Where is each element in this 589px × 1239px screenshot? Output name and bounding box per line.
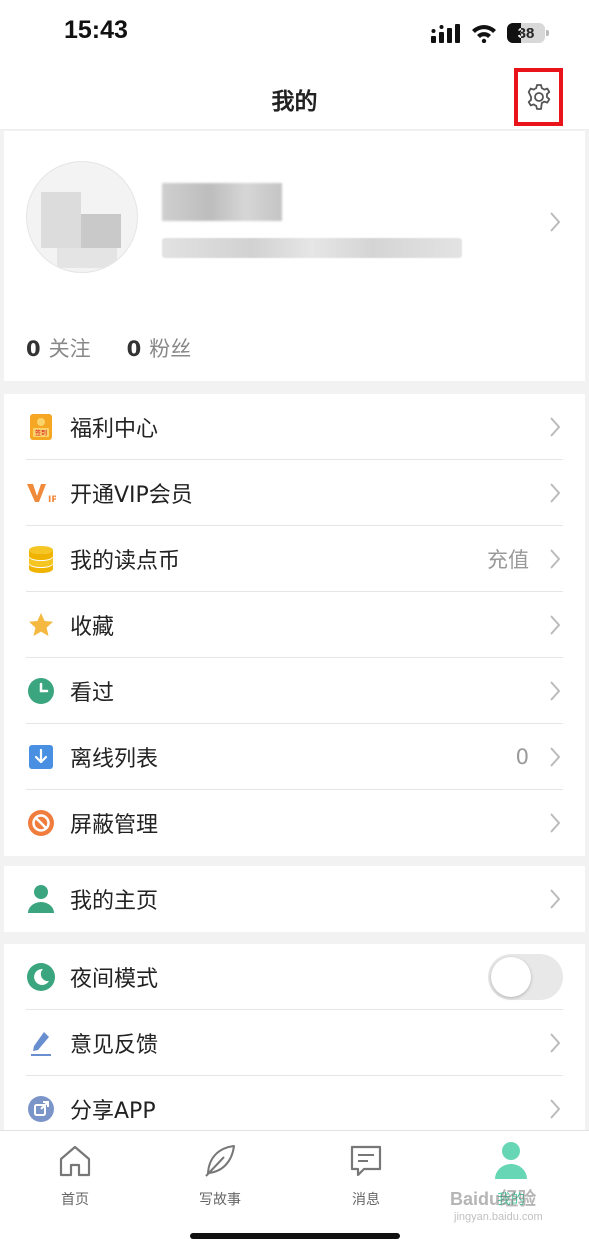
clock-icon (26, 676, 56, 706)
tab-messages[interactable]: 消息 (306, 1141, 426, 1209)
menu-label: 离线列表 (70, 747, 159, 772)
menu-label: 福利中心 (70, 417, 159, 442)
menu-label: 收藏 (70, 615, 115, 640)
message-icon (350, 1145, 382, 1177)
signal-icon (431, 24, 460, 43)
watermark: Baidu经验 (450, 1189, 537, 1209)
menu-label: 屏蔽管理 (70, 813, 159, 838)
download-icon (26, 742, 56, 772)
nav-bar: 我的 (0, 64, 589, 130)
battery-level: 38 (517, 24, 535, 42)
profile-card[interactable]: 0 关注 0 粉丝 (4, 131, 585, 381)
user-info-blurred (162, 238, 462, 258)
chevron-right-icon (550, 813, 561, 833)
menu-item-share-app[interactable]: 分享APP (4, 1076, 585, 1130)
svg-text:签到: 签到 (35, 429, 47, 437)
menu-label: 看过 (70, 681, 115, 706)
share-icon (26, 1094, 56, 1124)
person-icon (26, 884, 56, 914)
block-icon (26, 808, 56, 838)
star-icon (26, 610, 56, 640)
chevron-right-icon (550, 1099, 561, 1119)
follow-stats: 0 关注 0 粉丝 (26, 333, 191, 363)
menu-item-my-homepage[interactable]: 我的主页 (4, 866, 585, 932)
gear-icon (527, 84, 550, 110)
watermark-url: jingyan.baidu.com (454, 1211, 543, 1223)
status-icons: 38 (431, 20, 549, 46)
avatar[interactable] (26, 161, 138, 273)
chevron-right-icon (550, 212, 561, 232)
offline-count: 0 (515, 745, 529, 769)
chevron-right-icon (550, 549, 561, 569)
chevron-right-icon (550, 615, 561, 635)
menu-item-vip[interactable]: IP 开通VIP会员 (4, 460, 585, 526)
home-indicator (190, 1233, 400, 1239)
menu-item-offline-list[interactable]: 离线列表 0 (4, 724, 585, 790)
menu-item-favorites[interactable]: 收藏 (4, 592, 585, 658)
battery-icon: 38 (507, 23, 549, 43)
status-bar: 15:43 38 (0, 0, 589, 64)
menu-item-history[interactable]: 看过 (4, 658, 585, 724)
menu-label: 我的读点币 (70, 549, 181, 574)
welfare-icon: 签到 (26, 412, 56, 442)
menu-item-feedback[interactable]: 意见反馈 (4, 1010, 585, 1076)
wifi-icon (472, 25, 496, 43)
moon-icon (26, 962, 56, 992)
menu-item-block-management[interactable]: 屏蔽管理 (4, 790, 585, 856)
page-title: 我的 (271, 89, 318, 115)
menu-item-night-mode[interactable]: 夜间模式 (4, 944, 585, 1010)
chevron-right-icon (550, 1033, 561, 1053)
svg-text:IP: IP (48, 495, 56, 505)
coins-icon (26, 544, 56, 574)
status-time: 15:43 (64, 16, 128, 44)
recharge-link[interactable]: 充值 (487, 544, 529, 574)
chevron-right-icon (550, 417, 561, 437)
tab-label: 写故事 (199, 1192, 241, 1208)
menu-label: 夜间模式 (70, 967, 159, 992)
chevron-right-icon (550, 681, 561, 701)
user-icon (495, 1142, 527, 1179)
vip-icon: IP (26, 478, 56, 508)
followers-label: 粉丝 (149, 337, 192, 361)
user-name-blurred (162, 183, 282, 221)
menu-label: 我的主页 (70, 889, 159, 914)
chevron-right-icon (550, 889, 561, 909)
chevron-right-icon (550, 483, 561, 503)
feather-icon (205, 1145, 235, 1177)
following-count: 0 (26, 337, 41, 361)
menu-group-homepage: 我的主页 (4, 866, 585, 932)
tab-write-story[interactable]: 写故事 (160, 1141, 280, 1209)
following-label: 关注 (48, 337, 91, 361)
followers-count: 0 (126, 337, 142, 361)
menu-group-main: 签到 福利中心 IP 开通VIP会员 我的读点币 充值 收藏 看过 离线列表 0… (4, 394, 585, 856)
menu-item-welfare-center[interactable]: 签到 福利中心 (4, 394, 585, 460)
followers-stat[interactable]: 0 粉丝 (127, 333, 192, 363)
home-icon (59, 1145, 91, 1177)
settings-button[interactable] (514, 68, 563, 126)
tab-home[interactable]: 首页 (15, 1141, 135, 1209)
chevron-right-icon (550, 747, 561, 767)
menu-item-coins[interactable]: 我的读点币 充值 (4, 526, 585, 592)
menu-label: 分享APP (70, 1099, 156, 1124)
menu-group-settings: 夜间模式 意见反馈 分享APP (4, 944, 585, 1130)
tab-label: 首页 (61, 1192, 89, 1208)
following-stat[interactable]: 0 关注 (26, 333, 91, 363)
tab-label: 消息 (352, 1192, 380, 1208)
night-mode-toggle[interactable] (488, 954, 563, 1000)
menu-label: 意见反馈 (70, 1033, 159, 1058)
pencil-icon (26, 1028, 56, 1058)
menu-label: 开通VIP会员 (70, 483, 193, 508)
